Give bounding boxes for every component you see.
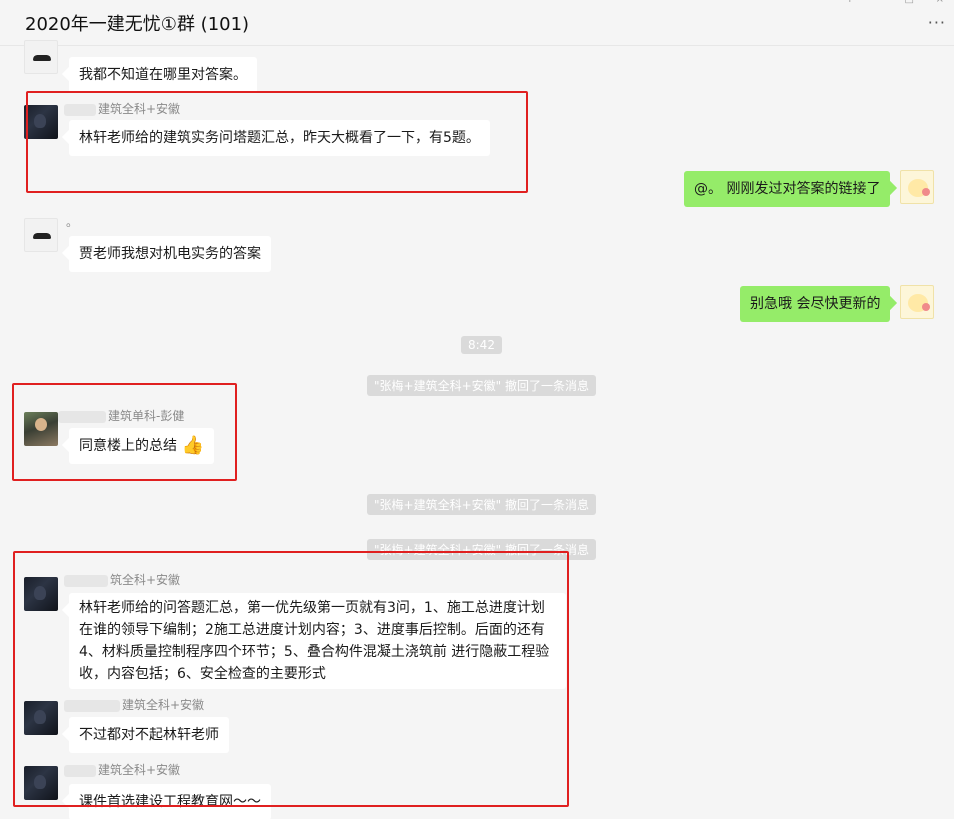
chat-title: 2020年一建无忧①群 (101)	[25, 14, 250, 35]
highlight-box	[26, 91, 528, 193]
avatar-self[interactable]	[900, 285, 934, 319]
system-recall-notice: "张梅+建筑全科+安徽" 撤回了一条消息	[367, 375, 596, 396]
message-bubble: 贾老师我想对机电实务的答案	[69, 236, 271, 272]
close-icon[interactable]: ×	[936, 0, 944, 5]
message-bubble-self: @。 刚刚发过对答案的链接了	[684, 171, 891, 207]
highlight-box	[13, 551, 569, 807]
pin-icon[interactable]: +	[846, 0, 854, 5]
avatar-self[interactable]	[900, 170, 934, 204]
system-recall-notice: "张梅+建筑全科+安徽" 撤回了一条消息	[367, 494, 596, 515]
maximize-icon[interactable]: □	[905, 0, 914, 5]
avatar[interactable]	[24, 218, 58, 252]
chat-header: 2020年一建无忧①群 (101) + □ × ···	[0, 0, 954, 46]
more-options-icon[interactable]: ···	[928, 15, 946, 31]
highlight-box	[12, 383, 237, 481]
message-bubble: 我都不知道在哪里对答案。	[69, 57, 257, 93]
message-bubble-self: 别急哦 会尽快更新的	[740, 286, 891, 322]
timestamp: 8:42	[461, 336, 502, 354]
avatar[interactable]	[24, 40, 58, 74]
sender-name: 。	[66, 215, 79, 229]
